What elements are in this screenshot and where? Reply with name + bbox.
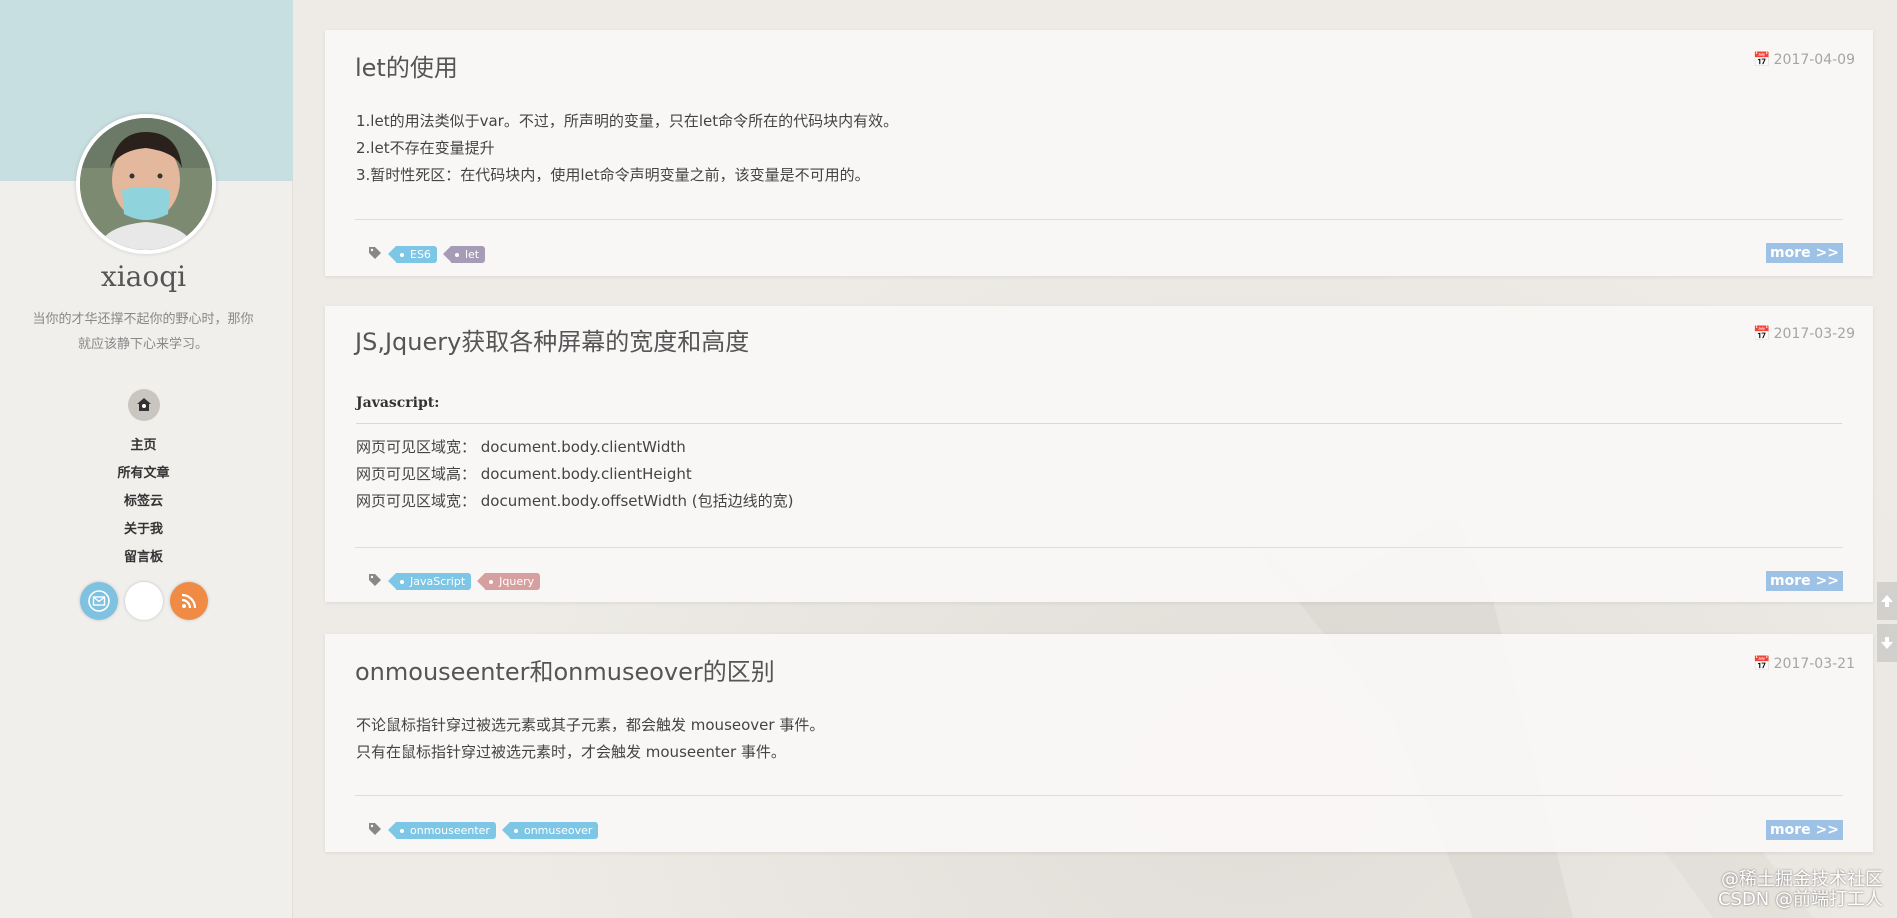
post-excerpt: 1.let的用法类似于var。不过，所声明的变量，只在let命令所在的代码块内有… bbox=[356, 108, 1842, 189]
excerpt-line: 只有在鼠标指针穿过被选元素时，才会触发 mouseenter 事件。 bbox=[356, 743, 786, 761]
excerpt-line: 1.let的用法类似于var。不过，所声明的变量，只在let命令所在的代码块内有… bbox=[356, 112, 899, 130]
post-excerpt: 不论鼠标指针穿过被选元素或其子元素，都会触发 mouseover 事件。 只有在… bbox=[356, 712, 1842, 766]
scroll-down-icon[interactable] bbox=[1877, 624, 1897, 662]
post-tags: onmouseenter onmuseover bbox=[368, 821, 599, 840]
mail-icon[interactable] bbox=[80, 582, 118, 620]
excerpt-line: 网页可见区域宽： document.body.offsetWidth (包括边线… bbox=[356, 492, 794, 510]
post-date: 📅 2017-03-21 bbox=[1753, 656, 1855, 672]
excerpt-line: 网页可见区域宽： document.body.clientWidth bbox=[356, 438, 686, 456]
home-icon[interactable] bbox=[128, 389, 160, 421]
author-motto: 当你的才华还撑不起你的野心时，那你就应该静下心来学习。 bbox=[32, 312, 254, 352]
divider bbox=[355, 219, 1843, 220]
rss-icon[interactable] bbox=[170, 582, 208, 620]
calendar-icon: 📅 bbox=[1753, 656, 1771, 672]
sidebar: xiaoqi 当你的才华还撑不起你的野心时，那你就应该静下心来学习。 主页 所有… bbox=[0, 0, 293, 918]
nav-item-home[interactable]: 主页 bbox=[0, 436, 287, 464]
excerpt-line: 网页可见区域高： document.body.clientHeight bbox=[356, 465, 692, 483]
sidebar-nav: 主页 所有文章 标签云 关于我 留言板 bbox=[0, 436, 287, 576]
avatar[interactable] bbox=[76, 114, 216, 254]
social-links bbox=[80, 582, 210, 620]
tag[interactable]: Jquery bbox=[477, 573, 541, 590]
nav-item-all-posts[interactable]: 所有文章 bbox=[0, 464, 287, 492]
post-title[interactable]: let的使用 bbox=[355, 48, 458, 83]
post-title[interactable]: onmouseenter和onmuseover的区别 bbox=[355, 652, 775, 687]
calendar-icon: 📅 bbox=[1753, 52, 1771, 68]
social-blank-icon[interactable] bbox=[125, 582, 163, 620]
scroll-controls bbox=[1877, 582, 1897, 664]
calendar-icon: 📅 bbox=[1753, 326, 1771, 342]
divider bbox=[355, 795, 1843, 796]
nav-item-guestbook[interactable]: 留言板 bbox=[0, 548, 287, 576]
tag-icon bbox=[368, 245, 382, 264]
post-card: onmouseenter和onmuseover的区别 📅 2017-03-21 不… bbox=[325, 634, 1873, 852]
excerpt-line: 3.暂时性死区：在代码块内，使用let命令声明变量之前，该变量是不可用的。 bbox=[356, 166, 870, 184]
more-button[interactable]: more >> bbox=[1766, 820, 1843, 840]
post-excerpt: Javascript: 网页可见区域宽： document.body.clien… bbox=[356, 390, 1842, 515]
tag-icon bbox=[368, 821, 382, 840]
watermark-line: CSDN @前端打工人 bbox=[1717, 889, 1883, 910]
post-card: let的使用 📅 2017-04-09 1.let的用法类似于var。不过，所声明… bbox=[325, 30, 1873, 276]
watermark: @稀土掘金技术社区 CSDN @前端打工人 bbox=[1718, 870, 1883, 910]
post-card: JS,Jquery获取各种屏幕的宽度和高度 📅 2017-03-29 Javasc… bbox=[325, 306, 1873, 602]
tag[interactable]: JavaScript bbox=[387, 573, 472, 590]
post-date: 📅 2017-04-09 bbox=[1753, 52, 1855, 68]
more-button[interactable]: more >> bbox=[1766, 243, 1843, 263]
divider bbox=[355, 547, 1843, 548]
tag[interactable]: ES6 bbox=[388, 246, 437, 263]
excerpt-line: 2.let不存在变量提升 bbox=[356, 139, 495, 157]
tag-icon bbox=[368, 572, 382, 591]
excerpt-heading: Javascript: bbox=[356, 395, 440, 411]
tag[interactable]: let bbox=[442, 246, 486, 263]
more-button[interactable]: more >> bbox=[1766, 571, 1843, 591]
post-date: 📅 2017-03-29 bbox=[1753, 326, 1855, 342]
post-tags: ES6 let bbox=[368, 245, 486, 264]
excerpt-line: 不论鼠标指针穿过被选元素或其子元素，都会触发 mouseover 事件。 bbox=[356, 716, 825, 734]
tag[interactable]: onmouseenter bbox=[388, 822, 496, 839]
divider bbox=[356, 423, 1842, 424]
nav-item-tag-cloud[interactable]: 标签云 bbox=[0, 492, 287, 520]
scroll-up-icon[interactable] bbox=[1877, 582, 1897, 620]
watermark-line: @稀土掘金技术社区 bbox=[1721, 869, 1883, 890]
tag[interactable]: onmuseover bbox=[501, 822, 599, 839]
author-name: xiaoqi bbox=[100, 260, 187, 293]
nav-item-about[interactable]: 关于我 bbox=[0, 520, 287, 548]
post-title[interactable]: JS,Jquery获取各种屏幕的宽度和高度 bbox=[355, 322, 749, 357]
post-tags: JavaScript Jquery bbox=[368, 572, 541, 591]
